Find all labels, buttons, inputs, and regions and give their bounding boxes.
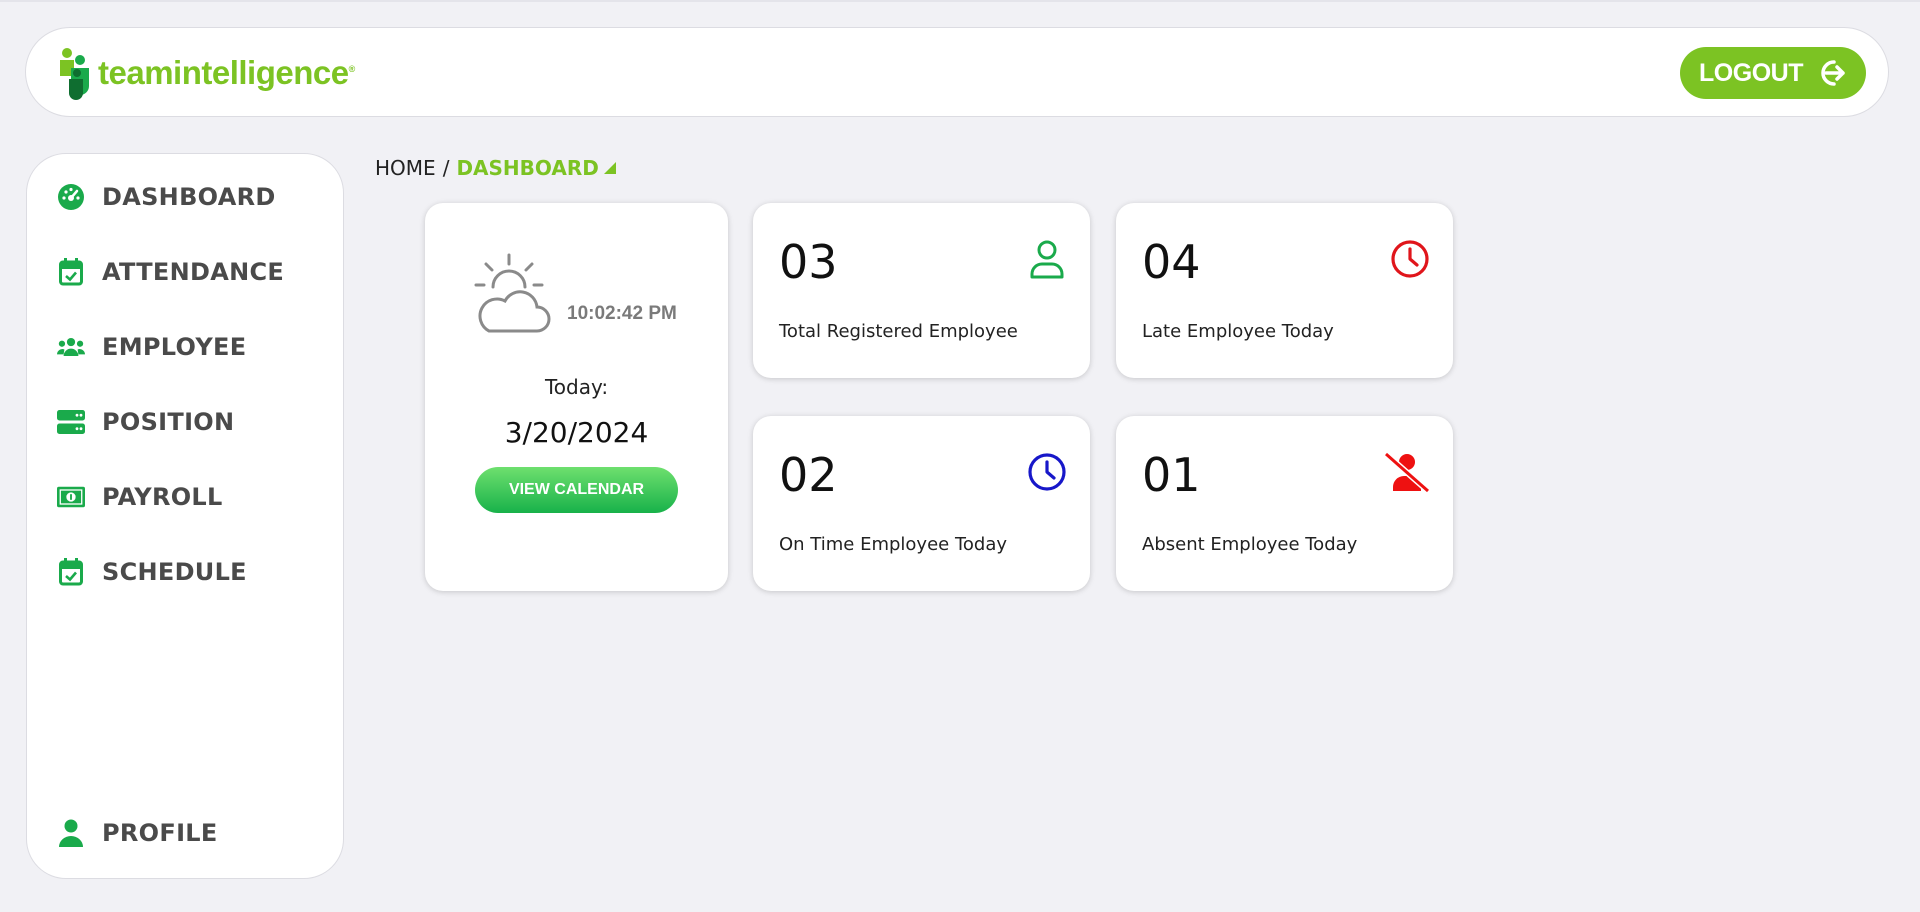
money-bill-icon <box>57 483 85 511</box>
logout-icon <box>1821 60 1845 86</box>
sidebar-item-label: PROFILE <box>102 819 218 847</box>
today-label: Today: <box>544 375 609 399</box>
sidebar-item-employee[interactable]: EMPLOYEE <box>57 327 246 367</box>
logout-button[interactable]: LOGOUT <box>1680 47 1866 99</box>
stat-value: 02 <box>779 448 838 502</box>
user-outline-icon <box>1030 240 1064 279</box>
sidebar-item-payroll[interactable]: PAYROLL <box>57 477 223 517</box>
logout-label: LOGOUT <box>1699 58 1803 87</box>
calendar-check-icon <box>57 558 85 586</box>
sidebar-item-attendance[interactable]: ATTENDANCE <box>57 252 284 292</box>
user-slash-icon <box>1384 451 1430 493</box>
sidebar-item-dashboard[interactable]: DASHBOARD <box>57 177 276 217</box>
current-date: 3/20/2024 <box>504 416 649 449</box>
clock-icon <box>1028 453 1066 491</box>
current-time: 10:02:42 PM <box>567 303 677 324</box>
stat-value: 01 <box>1142 448 1201 502</box>
sidebar-item-label: DASHBOARD <box>102 183 276 211</box>
breadcrumb-separator: / <box>442 156 450 180</box>
stat-value: 04 <box>1142 235 1201 289</box>
breadcrumb-current: DASHBOARD <box>456 156 599 180</box>
stat-card-absent[interactable]: 01 Absent Employee Today <box>1116 416 1453 591</box>
sidebar-item-label: EMPLOYEE <box>102 333 247 361</box>
user-icon <box>57 819 85 847</box>
breadcrumb: HOME / DASHBOARD <box>375 156 616 180</box>
sidebar-item-label: ATTENDANCE <box>102 258 285 286</box>
view-calendar-button[interactable]: VIEW CALENDAR <box>475 467 678 513</box>
sidebar-item-position[interactable]: POSITION <box>57 402 234 442</box>
top-header: teamintelligence® LOGOUT <box>25 27 1889 117</box>
stat-label: Absent Employee Today <box>1142 534 1358 555</box>
sidebar-item-label: SCHEDULE <box>102 558 247 586</box>
sidebar: DASHBOARD ATTENDANCE EMPLOYEE POSITION P… <box>26 153 344 879</box>
clock-card: 10:02:42 PM Today: 3/20/2024 VIEW CALEND… <box>425 203 728 591</box>
users-icon <box>57 333 85 361</box>
stat-card-late[interactable]: 04 Late Employee Today <box>1116 203 1453 378</box>
brand-name: teamintelligence® <box>98 54 355 91</box>
breadcrumb-corner-icon <box>603 162 616 174</box>
stat-label: Late Employee Today <box>1142 321 1334 342</box>
sidebar-item-schedule[interactable]: SCHEDULE <box>57 552 247 592</box>
sidebar-item-label: POSITION <box>102 408 235 436</box>
stat-label: On Time Employee Today <box>779 534 1007 555</box>
stat-card-total-registered[interactable]: 03 Total Registered Employee <box>753 203 1090 378</box>
stat-card-on-time[interactable]: 02 On Time Employee Today <box>753 416 1090 591</box>
clock-icon <box>1391 240 1429 278</box>
stat-value: 03 <box>779 235 838 289</box>
brand-logo[interactable]: teamintelligence® <box>56 45 355 101</box>
sun-behind-cloud-icon <box>474 253 551 333</box>
sidebar-item-profile[interactable]: PROFILE <box>57 813 218 853</box>
team-logo-icon <box>60 48 89 100</box>
server-icon <box>57 408 85 436</box>
calendar-check-icon <box>57 258 85 286</box>
stat-label: Total Registered Employee <box>779 321 1018 342</box>
top-border <box>0 0 1920 2</box>
breadcrumb-home-link[interactable]: HOME <box>375 156 436 180</box>
dashboard-gauge-icon <box>57 183 85 211</box>
sidebar-item-label: PAYROLL <box>102 483 223 511</box>
